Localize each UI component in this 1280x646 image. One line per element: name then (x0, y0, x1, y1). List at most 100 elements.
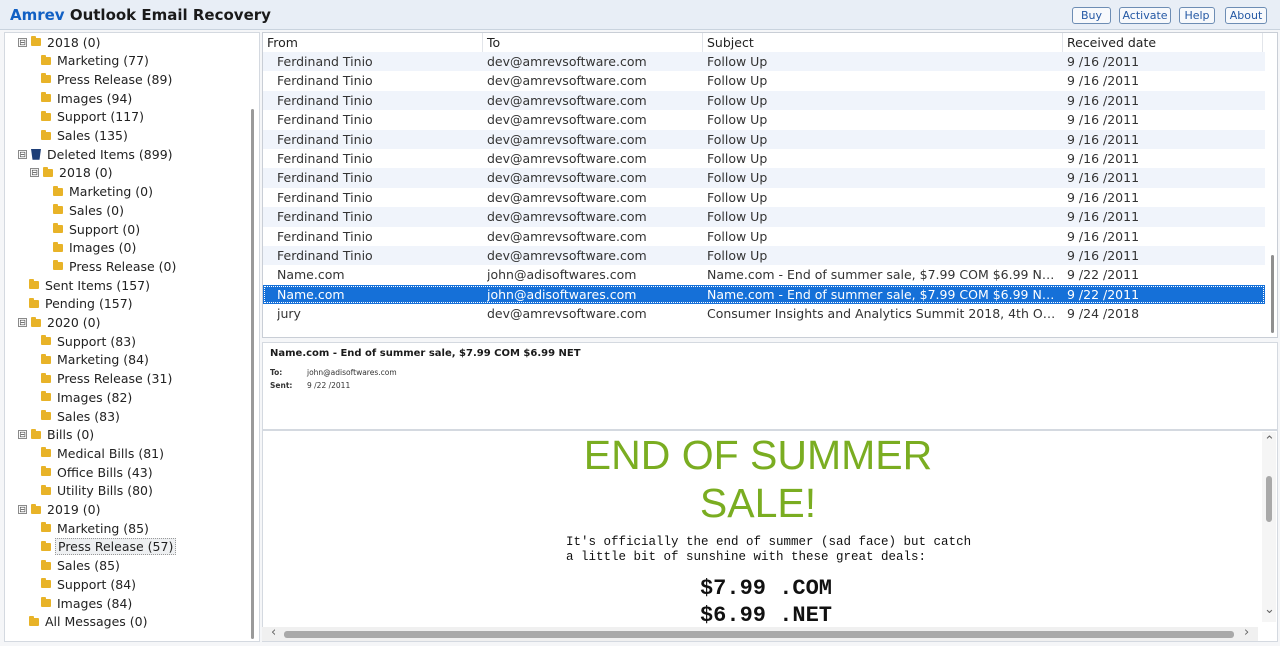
email-row[interactable]: Name.com john@adisoftwares.com Name.com - … (263, 284, 1265, 305)
folder-icon (53, 185, 63, 196)
tree-item-label: Sales (85) (57, 558, 120, 574)
tree-item[interactable]: ⊟ 2020 (0) (18, 314, 103, 332)
tree-item[interactable]: Images (82) (41, 388, 134, 406)
email-cell-to: john@adisoftwares.com (487, 286, 637, 302)
tree-item[interactable]: ⊟ Deleted Items (899) (18, 145, 175, 163)
tree-item[interactable]: Press Release (89) (41, 70, 174, 88)
email-cell-from: Name.com (277, 267, 345, 283)
tree-item[interactable]: Sent Items (157) (29, 276, 152, 294)
email-row[interactable]: Ferdinand Tinio dev@amrevsoftware.com Foll… (263, 110, 1265, 129)
price-net: $6.99 .NET (699, 603, 833, 628)
tree-item[interactable]: All Messages (0) (29, 613, 149, 631)
scroll-right-icon[interactable]: › (1244, 625, 1249, 640)
tree-item[interactable]: Images (94) (41, 89, 134, 107)
tree-item[interactable]: ⊟ 2018 (0) (30, 164, 115, 182)
tree-item[interactable]: Sales (83) (41, 407, 122, 425)
tree-item-label: Images (84) (57, 595, 133, 611)
tree-item[interactable]: Marketing (84) (41, 351, 151, 369)
folder-icon (41, 335, 51, 346)
tree-item[interactable]: Support (0) (53, 220, 142, 238)
promo-text: It's officially the end of summer (sad f… (566, 535, 972, 564)
brand-name: Amrev (10, 6, 65, 24)
tree-item[interactable]: Support (117) (41, 108, 146, 126)
sidebar-scrollbar[interactable] (251, 109, 254, 639)
buy-button[interactable]: Buy (1072, 7, 1111, 24)
tree-item[interactable]: Press Release (57) (41, 538, 177, 556)
folder-icon (41, 466, 51, 477)
email-row[interactable]: Name.com john@adisoftwares.com Name.com - … (263, 265, 1265, 284)
folder-icon (41, 559, 51, 570)
tree-item[interactable]: Medical Bills (81) (41, 444, 166, 462)
tree-collapse-icon[interactable]: ⊟ (18, 149, 27, 159)
tree-item[interactable]: ⊟ Bills (0) (18, 426, 96, 444)
tree-item[interactable]: Utility Bills (80) (41, 482, 155, 500)
email-cell-date: 9 /22 /2011 (1067, 286, 1140, 302)
email-cell-subject: Name.com - End of summer sale, $7.99 COM… (707, 286, 1057, 302)
scroll-down-icon[interactable]: ⌄ (1264, 602, 1275, 617)
help-button[interactable]: Help (1179, 7, 1215, 24)
column-received-date[interactable]: Received date (1063, 33, 1263, 52)
tree-item-label: Images (82) (57, 389, 133, 405)
tree-item[interactable]: Press Release (0) (53, 257, 178, 275)
tree-item[interactable]: Marketing (0) (53, 183, 155, 201)
column-to[interactable]: To (483, 33, 703, 52)
tree-item[interactable]: Office Bills (43) (41, 463, 155, 481)
email-row[interactable]: Ferdinand Tinio dev@amrevsoftware.com Foll… (263, 52, 1265, 72)
tree-item[interactable]: Pending (157) (29, 295, 135, 313)
tree-collapse-icon[interactable]: ⊟ (30, 168, 39, 178)
email-cell-from: Ferdinand Tinio (277, 73, 373, 89)
tree-item-label: Marketing (84) (57, 352, 149, 368)
tree-item[interactable]: Images (84) (41, 594, 134, 612)
scroll-left-icon[interactable]: ‹ (271, 625, 276, 640)
email-row[interactable]: Ferdinand Tinio dev@amrevsoftware.com Foll… (263, 207, 1265, 227)
email-row[interactable]: jury dev@amrevsoftware.com Consumer Insigh… (263, 304, 1265, 323)
tree-item-label: Press Release (57) (55, 538, 177, 556)
tree-item[interactable]: Sales (0) (53, 201, 126, 219)
tree-item[interactable]: Marketing (77) (41, 52, 151, 70)
preview-horizontal-scrollbar[interactable] (262, 627, 1258, 641)
tree-item[interactable]: Marketing (85) (41, 519, 151, 537)
activate-button[interactable]: Activate (1119, 7, 1171, 24)
tree-item[interactable]: Sales (135) (41, 127, 130, 145)
email-row[interactable]: Ferdinand Tinio dev@amrevsoftware.com Foll… (263, 90, 1265, 111)
scroll-up-icon[interactable]: ⌃ (1264, 434, 1275, 449)
tree-item-label: Images (94) (57, 90, 133, 106)
email-row[interactable]: Ferdinand Tinio dev@amrevsoftware.com Foll… (263, 71, 1265, 90)
tree-item[interactable]: Sales (85) (41, 557, 122, 575)
horizontal-scroll-thumb[interactable] (284, 631, 1234, 638)
tree-collapse-icon[interactable]: ⊟ (18, 430, 27, 440)
tree-item[interactable]: Images (0) (53, 239, 138, 257)
email-cell-subject: Follow Up (707, 248, 768, 263)
tree-item[interactable]: Support (83) (41, 332, 138, 350)
tree-item[interactable]: Support (84) (41, 575, 138, 593)
vertical-scroll-thumb[interactable] (1266, 476, 1272, 522)
list-scrollbar[interactable] (1271, 255, 1274, 333)
email-cell-date: 9 /16 /2011 (1067, 170, 1140, 186)
tree-item-label: Sales (83) (57, 408, 120, 424)
email-cell-to: dev@amrevsoftware.com (487, 151, 647, 166)
email-cell-from: Ferdinand Tinio (277, 54, 373, 69)
email-row[interactable]: Ferdinand Tinio dev@amrevsoftware.com Foll… (263, 129, 1265, 149)
tree-item-label: Marketing (77) (57, 53, 149, 69)
email-row[interactable]: Ferdinand Tinio dev@amrevsoftware.com Foll… (263, 168, 1265, 188)
email-row[interactable]: Ferdinand Tinio dev@amrevsoftware.com Foll… (263, 246, 1265, 266)
preview-vertical-scrollbar[interactable] (1262, 432, 1276, 622)
column-from[interactable]: From (263, 33, 483, 52)
email-row[interactable]: Ferdinand Tinio dev@amrevsoftware.com Foll… (263, 188, 1265, 207)
tree-collapse-icon[interactable]: ⊟ (18, 37, 27, 47)
email-cell-subject: Follow Up (707, 112, 768, 128)
email-row[interactable]: Ferdinand Tinio dev@amrevsoftware.com Foll… (263, 227, 1265, 246)
tree-collapse-icon[interactable]: ⊟ (18, 318, 27, 327)
tree-item[interactable]: ⊟ 2019 (0) (18, 501, 103, 519)
column-subject[interactable]: Subject (703, 33, 1063, 52)
folder-icon (53, 223, 63, 233)
about-button[interactable]: About (1225, 7, 1267, 24)
folder-icon (41, 578, 51, 589)
tree-collapse-icon[interactable]: ⊟ (18, 505, 27, 514)
email-row[interactable]: Ferdinand Tinio dev@amrevsoftware.com Foll… (263, 149, 1265, 168)
tree-item[interactable]: Press Release (31) (41, 370, 174, 388)
to-label: To: (270, 368, 283, 377)
email-cell-from: jury (277, 306, 301, 322)
folder-icon (41, 410, 51, 420)
tree-item[interactable]: ⊟ 2018 (0) (18, 33, 103, 51)
